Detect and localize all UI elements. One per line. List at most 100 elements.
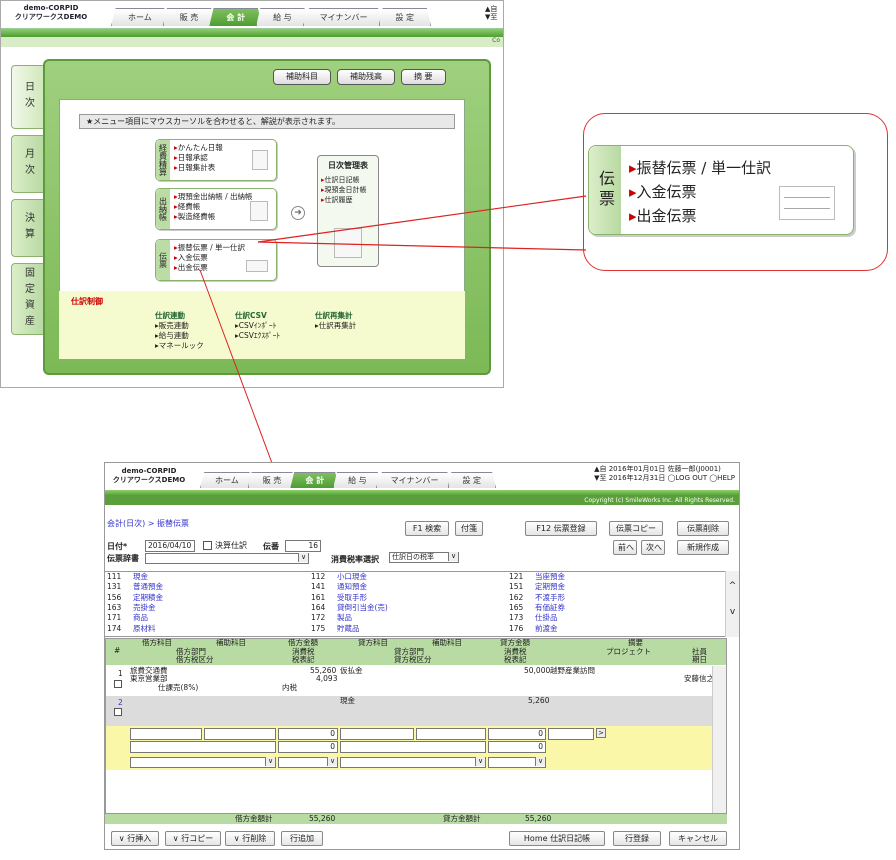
tab2-accounting[interactable]: 会 計 [290, 472, 340, 488]
memo-expand-icon[interactable]: > [596, 728, 606, 738]
account-name-link[interactable]: 当座預金 [535, 572, 565, 582]
account-code: 176 [509, 623, 524, 633]
new-voucher-button[interactable]: 新規作成 [677, 540, 729, 555]
closing-label: 決算仕訳 [215, 541, 247, 550]
account-code: 173 [509, 613, 524, 623]
totals-bar: 借方金額計 55,260 貸方金額計 55,260 [105, 814, 727, 824]
copyright: Copyright (c) SmileWorks Inc. All Rights… [105, 496, 739, 505]
account-code: 156 [107, 592, 122, 602]
account-name-link[interactable]: 仕掛品 [535, 613, 558, 623]
denban-input[interactable]: 16 [285, 540, 321, 552]
account-name-link[interactable]: 商品 [133, 613, 148, 623]
company-logo-2: demo-CORPID クリアワークスDEMO [112, 467, 186, 484]
journal-row-1[interactable]: 1 旅費交通費 東京営業部 仕課売(8%) 55,260 4,093 内税 仮払… [106, 666, 726, 696]
row2-checkbox[interactable] [114, 708, 122, 716]
new-debit-taxcls-select[interactable] [130, 757, 276, 768]
new-credit-taxcls-select[interactable] [340, 757, 486, 768]
closing-checkbox[interactable] [203, 541, 212, 550]
header-info: ▲自 2016年01月01日 佐藤一郎(J0001) ▼至 2016年12月31… [594, 465, 735, 483]
account-name-link[interactable]: 定期預金 [535, 582, 565, 592]
date-label: 日付* [107, 542, 128, 551]
new-credit-taxmark-select[interactable] [488, 757, 546, 768]
f12-register-button[interactable]: F12 伝票登録 [525, 521, 597, 536]
account-name-link[interactable]: 受取手形 [337, 593, 367, 603]
account-code: 112 [311, 572, 326, 581]
home-journal-button[interactable]: Home 仕訳日記帳 [509, 831, 605, 846]
new-debit-account-input[interactable] [130, 728, 202, 740]
sticky-note-button[interactable]: 付箋 [455, 521, 483, 536]
row-register-button[interactable]: 行登録 [613, 831, 661, 846]
journal-row-2[interactable]: 2 現金 5,260 [106, 696, 726, 726]
next-button[interactable]: 次へ [641, 540, 665, 555]
account-name-link[interactable]: 現金 [133, 572, 148, 582]
tax-rate-label: 消費税率選択 [331, 555, 379, 564]
account-name-link[interactable]: 製品 [337, 613, 352, 623]
tax-rate-select[interactable]: 仕訳日の税率 [389, 552, 459, 563]
journal-grid: # 借方科目 補助科目 借方部門 借方税区分 借方金額 消費税 税表記 貸方科目… [105, 638, 727, 814]
voucher-copy-button[interactable]: 伝票コピー [609, 521, 663, 536]
account-list: 111 現金 112 小口現金 121 当座預金 131 普通預金 141 通知預金 151 定期預金… [105, 571, 727, 637]
account-name-link[interactable]: 通知預金 [337, 582, 367, 592]
account-name-link[interactable]: 普通預金 [133, 582, 163, 592]
tab2-home[interactable]: ホーム [200, 472, 254, 488]
account-code: 175 [311, 623, 326, 633]
new-debit-sub-input[interactable] [204, 728, 276, 740]
account-code: 151 [509, 582, 524, 592]
f1-search-button[interactable]: F1 検索 [405, 521, 449, 536]
account-code: 171 [107, 613, 122, 623]
account-name-link[interactable]: 原材料 [133, 624, 156, 634]
account-code: 131 [107, 582, 122, 592]
add-row-button[interactable]: 行追加 [281, 831, 323, 846]
main-tabs-2: ホーム 販 売 会 計 給 与 マイナンバー 設 定 [200, 472, 497, 488]
copy-row-button[interactable]: ∨ 行コピー [165, 831, 221, 846]
account-name-link[interactable]: 貸倒引当金(売) [337, 603, 388, 613]
account-code: 174 [107, 623, 122, 633]
account-code: 162 [509, 592, 524, 602]
new-debit-amount-input[interactable]: 0 [278, 728, 338, 740]
account-name-link[interactable]: 貯蔵品 [337, 624, 360, 634]
account-name-link[interactable]: 前渡金 [535, 624, 558, 634]
denban-label: 伝番 [263, 542, 279, 551]
journal-row-new-selects [106, 756, 726, 770]
logout-help-links[interactable]: ▼至 2016年12月31日 ◯LOG OUT ◯HELP [594, 474, 735, 483]
account-code: 141 [311, 582, 326, 592]
tab2-mynumber[interactable]: マイナンバー [375, 472, 454, 488]
row1-checkbox[interactable] [114, 680, 122, 688]
new-debit-taxmark-select[interactable] [278, 757, 338, 768]
new-debit-tax-input[interactable]: 0 [278, 741, 338, 753]
breadcrumb[interactable]: 会計(日次) > 振替伝票 [107, 518, 189, 529]
new-credit-tax-input[interactable]: 0 [488, 741, 546, 753]
account-name-link[interactable]: 売掛金 [133, 603, 156, 613]
new-credit-amount-input[interactable]: 0 [488, 728, 546, 740]
tab2-sales[interactable]: 販 売 [247, 472, 297, 488]
account-code: 164 [311, 602, 326, 612]
new-debit-dept-input[interactable] [130, 741, 276, 753]
account-code: 161 [311, 592, 326, 602]
grid-header: # 借方科目 補助科目 借方部門 借方税区分 借方金額 消費税 税表記 貸方科目… [106, 639, 726, 665]
new-credit-account-input[interactable] [340, 728, 414, 740]
new-credit-sub-input[interactable] [416, 728, 486, 740]
account-code: 172 [311, 613, 326, 623]
grid-scrollbar[interactable] [712, 666, 726, 813]
transfer-voucher-screenshot: demo-CORPID クリアワークスDEMO ホーム 販 売 会 計 給 与 マ… [104, 462, 740, 850]
account-code: 165 [509, 602, 524, 612]
delete-row-button[interactable]: ∨ 行削除 [225, 831, 275, 846]
account-name-link[interactable]: 不渡手形 [535, 593, 565, 603]
new-memo-input[interactable] [548, 728, 594, 740]
insert-row-button[interactable]: ∨ 行挿入 [111, 831, 159, 846]
account-scrollbar[interactable]: ^ v [725, 571, 739, 637]
account-code: 121 [509, 572, 524, 581]
tab2-payroll[interactable]: 給 与 [333, 472, 382, 488]
scroll-down-icon: v [729, 607, 736, 617]
new-credit-dept-input[interactable] [340, 741, 486, 753]
account-name-link[interactable]: 有価証券 [535, 603, 565, 613]
voucher-delete-button[interactable]: 伝票削除 [677, 521, 729, 536]
account-name-link[interactable]: 小口現金 [337, 572, 367, 582]
prev-button[interactable]: 前へ [613, 540, 637, 555]
cancel-button[interactable]: キャンセル [669, 831, 727, 846]
date-input[interactable]: 2016/04/10 [145, 540, 195, 552]
journal-row-new[interactable]: 0 0 > 0 0 [106, 726, 726, 756]
tab2-settings[interactable]: 設 定 [447, 472, 497, 488]
dictionary-select[interactable] [145, 553, 309, 564]
account-name-link[interactable]: 定期積金 [133, 593, 163, 603]
